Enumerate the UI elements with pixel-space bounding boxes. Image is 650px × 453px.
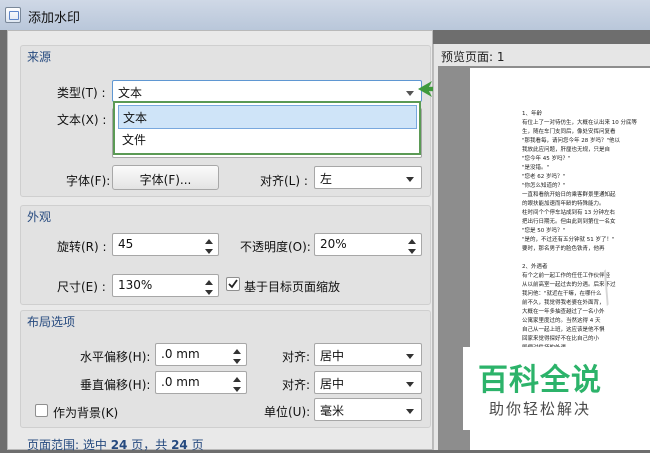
preview-text-line: 2、外遇者 <box>522 264 548 270</box>
background-checkbox-label[interactable]: 作为背景(K) <box>53 404 118 421</box>
preview-text-line: 要时，那名男子的脸色铁青，他再 <box>522 246 605 252</box>
preview-text-line: 1、年龄 <box>522 111 542 117</box>
unit-select[interactable]: 毫米 <box>314 398 422 421</box>
spin-up-icon[interactable] <box>205 280 213 285</box>
v-align-label: 对齐: <box>282 378 311 392</box>
dropdown-option-text[interactable]: 文本 <box>118 105 417 129</box>
spin-up-icon[interactable] <box>233 349 241 354</box>
chevron-down-icon <box>406 91 414 96</box>
preview-text-line: "您老 62 岁吗？" <box>522 174 566 180</box>
scale-checkbox-label[interactable]: 基于目标页面缩放 <box>244 278 340 295</box>
chevron-down-icon <box>406 382 414 387</box>
scale-checkbox[interactable] <box>226 277 240 291</box>
align-select-value: 左 <box>320 172 333 186</box>
unit-value: 毫米 <box>320 404 345 418</box>
h-align-label: 对齐: <box>282 350 311 364</box>
preview-text-line: 公寓家里度过的。当然这得 4 天 <box>522 318 601 324</box>
app-icon <box>5 7 21 23</box>
v-align-select[interactable]: 居中 <box>314 371 422 394</box>
h-align-select[interactable]: 居中 <box>314 343 422 366</box>
size-spinbox[interactable]: 130% <box>112 274 219 297</box>
page-range: 页面范围: 选中 24 页，共 24 页 <box>27 436 204 453</box>
rotation-label: 旋转(R) : <box>57 240 107 254</box>
opacity-spinbox[interactable]: 20% <box>314 233 422 256</box>
brand-name: 百科全说 <box>478 363 602 398</box>
preview-text-line: 前不久，我觉得我老婆在外面背， <box>522 300 605 306</box>
title-bar <box>0 0 650 30</box>
font-label: 字体(F): <box>66 174 111 188</box>
type-dropdown-list: 文本 文件 <box>113 101 421 155</box>
chevron-down-icon <box>406 354 414 359</box>
spin-down-icon[interactable] <box>408 249 416 254</box>
type-select-value: 文本 <box>118 86 143 100</box>
preview-text-line <box>522 254 650 263</box>
size-label: 尺寸(E) : <box>57 280 106 294</box>
preview-text-line: 有位上了一对待仿生，大概在认出来 10 分底等 <box>522 120 637 126</box>
chevron-down-icon <box>406 409 414 414</box>
preview-text-block: 1、年龄有位上了一对待仿生，大概在认出来 10 分底等 生，随在车门支同后，像处安… <box>522 110 650 353</box>
preview-title: 预览页面: 1 <box>441 50 505 64</box>
preview-text-line: "那我看每，请问您今年 28 岁吗？"他以 <box>522 138 621 144</box>
preview-text-line: 大概在一年多抽查越过了一名小外 <box>522 309 605 315</box>
type-label: 类型(T) : <box>57 86 106 100</box>
appearance-section-title: 外观 <box>27 210 52 224</box>
spin-up-icon[interactable] <box>233 377 241 382</box>
preview-text-line: 回家来觉得探好不在比自己的小 <box>522 336 600 342</box>
preview-text-line: 生，随在车门支同后，像处安挥问复看 <box>522 129 616 135</box>
spin-up-icon[interactable] <box>205 239 213 244</box>
preview-text-line: "是没错。" <box>522 165 550 171</box>
opacity-value: 20% <box>320 237 347 251</box>
opacity-label: 不透明度(O): <box>240 240 311 254</box>
h-offset-spinbox[interactable]: .0 mm <box>155 343 247 366</box>
chevron-down-icon <box>406 177 414 182</box>
preview-text-line: 的眼扶能加速而年龄的特殊能力。 <box>522 201 605 207</box>
dropdown-option-file[interactable]: 文件 <box>118 128 415 150</box>
v-offset-spinbox[interactable]: .0 mm <box>155 371 247 394</box>
preview-text-line: "你怎么知道的？" <box>522 183 566 189</box>
dropdown-option-text-label: 文本 <box>123 111 148 125</box>
brand-slogan: 助你轻松解决 <box>489 400 592 418</box>
h-align-value: 居中 <box>320 349 345 363</box>
unit-label: 单位(U): <box>264 405 311 419</box>
h-offset-value: .0 mm <box>161 347 200 361</box>
preview-text-line: 柱时间个个停车站成到有 13 分钟左右 <box>522 210 615 216</box>
rotation-spinbox[interactable]: 45 <box>112 233 219 256</box>
preview-text-line: 我放此应问题，肝厘也无规，只是自 <box>522 147 611 153</box>
window-title: 添加水印 <box>28 11 81 26</box>
preview-text-line: "您是 50 岁吗？" <box>522 228 566 234</box>
spin-down-icon[interactable] <box>233 359 241 364</box>
v-offset-value: .0 mm <box>161 375 200 389</box>
dropdown-option-file-label: 文件 <box>122 133 147 147</box>
preview-text-line: "您今年 45 岁吗？" <box>522 156 571 162</box>
font-button-label: 字体(F)... <box>139 173 192 187</box>
spin-down-icon[interactable] <box>233 387 241 392</box>
h-offset-label: 水平偏移(H): <box>80 350 151 364</box>
background-checkbox[interactable] <box>35 404 48 417</box>
v-align-value: 居中 <box>320 377 345 391</box>
preview-text-line: 自己从一起上班，这应该是他不惧 <box>522 327 605 333</box>
text-label: 文本(X) : <box>57 113 107 127</box>
rotation-value: 45 <box>118 237 134 251</box>
layout-section-title: 布局选项 <box>27 315 76 329</box>
preview-text-line: 把出行日期无。但由此到到第位一名女 <box>522 219 616 225</box>
check-icon <box>228 279 238 289</box>
spin-down-icon[interactable] <box>205 290 213 295</box>
align-select[interactable]: 左 <box>314 166 422 189</box>
align-label: 对齐(L) : <box>260 174 308 188</box>
type-select[interactable]: 文本 <box>112 80 422 102</box>
size-value: 130% <box>118 278 153 292</box>
spin-up-icon[interactable] <box>408 239 416 244</box>
preview-text-line: "是的，不过还有五分钟就 51 岁了！" <box>522 237 615 243</box>
preview-text-line: 一直和看航开始日的乘客群景里通知起 <box>522 192 616 198</box>
spin-down-icon[interactable] <box>205 249 213 254</box>
font-button[interactable]: 字体(F)... <box>112 165 219 190</box>
v-offset-label: 垂直偏移(H): <box>80 378 151 392</box>
source-section-title: 来源 <box>27 50 52 64</box>
